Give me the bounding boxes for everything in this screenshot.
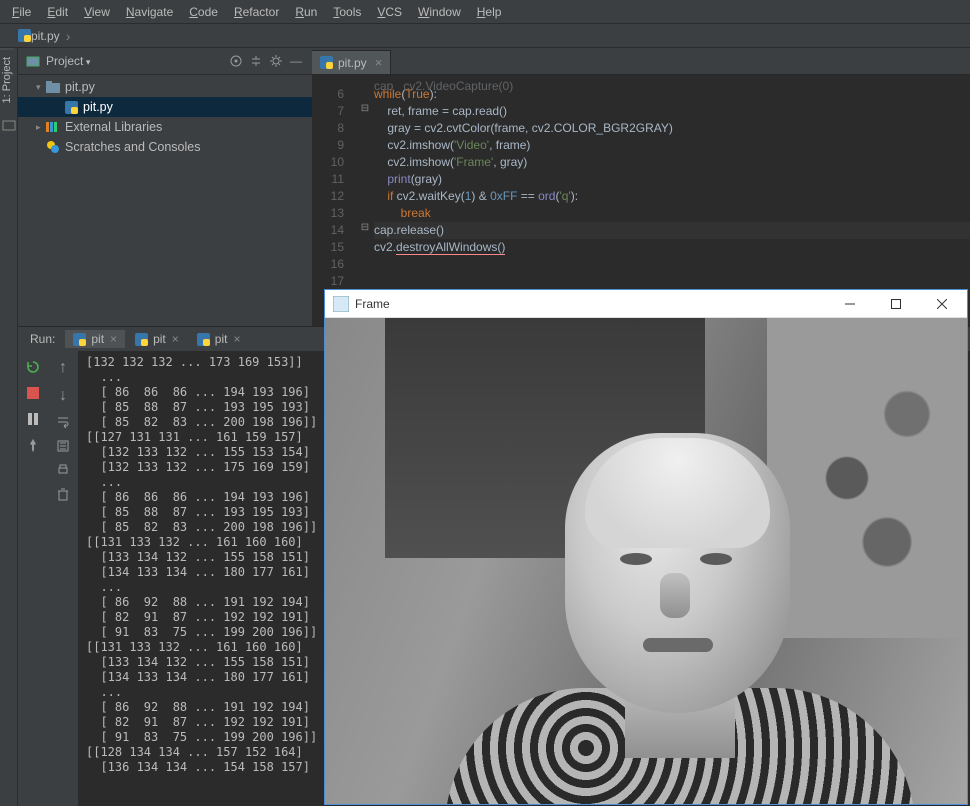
run-tab-2[interactable]: pit× bbox=[189, 330, 249, 348]
python-file-icon bbox=[320, 56, 333, 69]
project-icon bbox=[26, 54, 40, 68]
structure-icon[interactable] bbox=[2, 119, 16, 133]
stop-icon[interactable] bbox=[25, 385, 41, 401]
minimize-button[interactable] bbox=[827, 290, 873, 318]
maximize-button[interactable] bbox=[873, 290, 919, 318]
menu-vcs[interactable]: VCS bbox=[369, 3, 410, 21]
tree-item-pit-py[interactable]: pit.py bbox=[18, 97, 312, 117]
close-icon[interactable]: × bbox=[110, 332, 117, 346]
pause-icon[interactable] bbox=[25, 411, 41, 427]
chevron-right-icon: › bbox=[66, 28, 71, 44]
menu-edit[interactable]: Edit bbox=[39, 3, 76, 21]
menu-tools[interactable]: Tools bbox=[325, 3, 369, 21]
menu-refactor[interactable]: Refactor bbox=[226, 3, 287, 21]
menu-navigate[interactable]: Navigate bbox=[118, 3, 181, 21]
editor-tab-label: pit.py bbox=[338, 56, 367, 70]
project-panel-header: Project — bbox=[18, 48, 312, 75]
menu-code[interactable]: Code bbox=[181, 3, 226, 21]
frame-title: Frame bbox=[355, 297, 827, 311]
hide-icon[interactable]: — bbox=[288, 53, 304, 69]
tree-item-scratches-and-consoles[interactable]: Scratches and Consoles bbox=[18, 137, 312, 157]
print-icon[interactable] bbox=[56, 463, 70, 477]
python-file-icon bbox=[18, 29, 31, 42]
tree-item-external-libraries[interactable]: ▸External Libraries bbox=[18, 117, 312, 137]
run-right-toolbar: ↑ ↓ bbox=[48, 351, 78, 806]
tree-item-pit-py[interactable]: ▾pit.py bbox=[18, 77, 312, 97]
menu-view[interactable]: View bbox=[76, 3, 118, 21]
soft-wrap-icon[interactable] bbox=[56, 415, 70, 429]
py-icon bbox=[64, 100, 78, 114]
opencv-frame-window[interactable]: Frame bbox=[324, 289, 968, 805]
breadcrumb: pit.py › bbox=[0, 24, 970, 48]
run-left-toolbar bbox=[18, 351, 48, 806]
close-button[interactable] bbox=[919, 290, 965, 318]
close-icon[interactable]: × bbox=[172, 332, 179, 346]
run-label: Run: bbox=[30, 332, 55, 346]
pin-icon[interactable] bbox=[25, 437, 41, 453]
left-stripe: 1: Project bbox=[0, 48, 18, 806]
editor-tab-pit[interactable]: pit.py × bbox=[312, 50, 391, 74]
scratch-icon bbox=[46, 140, 60, 154]
trash-icon[interactable] bbox=[57, 487, 69, 501]
frame-titlebar[interactable]: Frame bbox=[325, 290, 967, 318]
folder-icon bbox=[46, 80, 60, 94]
menu-run[interactable]: Run bbox=[287, 3, 325, 21]
down-arrow-icon[interactable]: ↓ bbox=[59, 387, 67, 405]
project-dropdown[interactable]: Project bbox=[46, 54, 224, 68]
frame-image bbox=[325, 318, 967, 804]
window-app-icon bbox=[333, 296, 349, 312]
scroll-to-end-icon[interactable] bbox=[56, 439, 70, 453]
lib-icon bbox=[46, 120, 60, 134]
rerun-icon[interactable] bbox=[25, 359, 41, 375]
locate-icon[interactable] bbox=[228, 53, 244, 69]
close-icon[interactable]: × bbox=[233, 332, 240, 346]
close-icon[interactable]: × bbox=[375, 55, 383, 70]
run-tab-0[interactable]: pit× bbox=[65, 330, 125, 348]
menu-file[interactable]: File bbox=[4, 3, 39, 21]
menu-bar: FileEditViewNavigateCodeRefactorRunTools… bbox=[0, 0, 970, 24]
project-tool-tab[interactable]: 1: Project bbox=[0, 48, 14, 111]
collapse-all-icon[interactable] bbox=[248, 53, 264, 69]
up-arrow-icon[interactable]: ↑ bbox=[59, 359, 67, 377]
menu-help[interactable]: Help bbox=[469, 3, 510, 21]
run-tab-1[interactable]: pit× bbox=[127, 330, 187, 348]
breadcrumb-file[interactable]: pit.py bbox=[31, 29, 60, 43]
menu-window[interactable]: Window bbox=[410, 3, 469, 21]
gear-icon[interactable] bbox=[268, 53, 284, 69]
editor-tabs: pit.py × bbox=[312, 48, 970, 75]
